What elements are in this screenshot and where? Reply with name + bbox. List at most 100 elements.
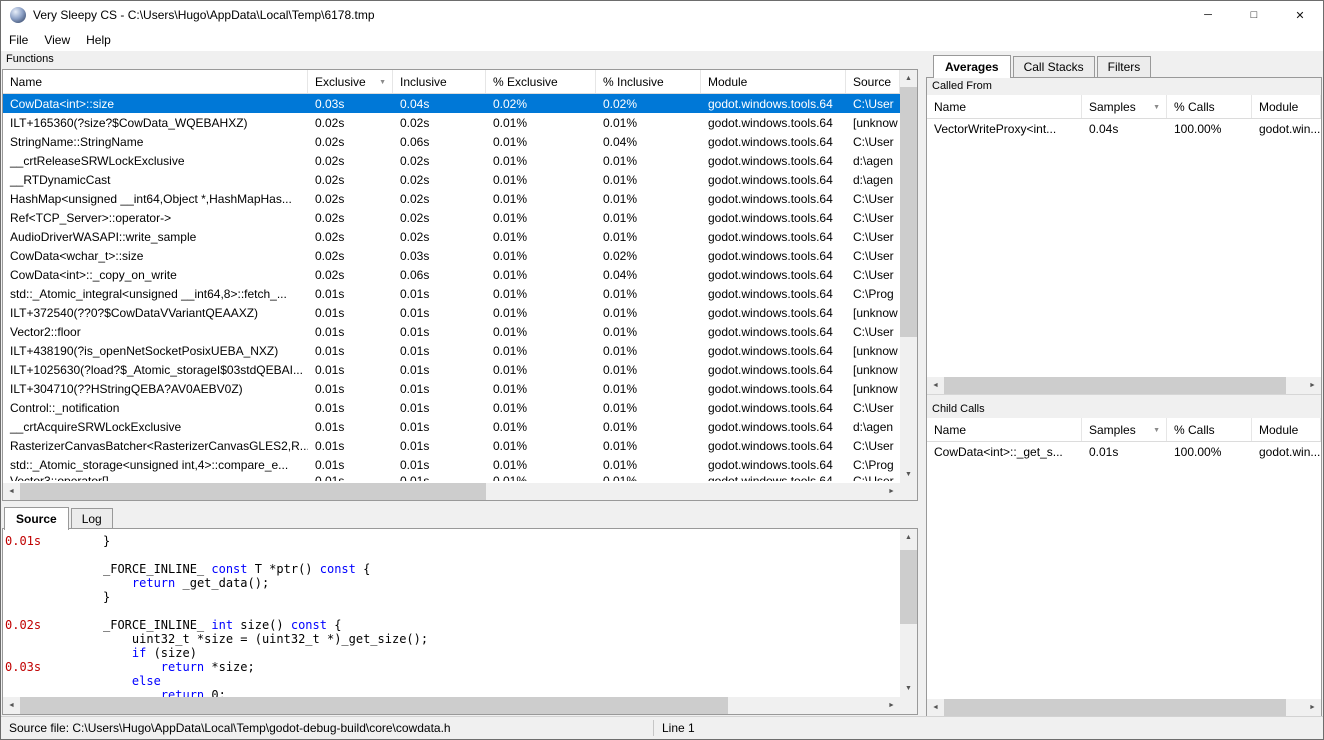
table-row[interactable]: ILT+438190(?is_openNetSocketPosixUEBA_NX…	[3, 341, 900, 360]
scrollbar-thumb[interactable]	[900, 87, 917, 337]
cell-source[interactable]: C:\User	[846, 249, 900, 263]
table-row[interactable]: AudioDriverWASAPI::write_sample0.02s0.02…	[3, 227, 900, 246]
table-row[interactable]: VectorWriteProxy<int...0.04s100.00%godot…	[927, 119, 1321, 138]
cell-pct_exclusive[interactable]: 0.01%	[486, 363, 596, 377]
scroll-right-button[interactable]: ►	[883, 697, 900, 714]
column-header-source[interactable]: Source	[846, 70, 900, 93]
child-calls-horizontal-scrollbar[interactable]: ◄ ►	[927, 699, 1321, 716]
cell-name[interactable]: Vector2::floor	[3, 325, 308, 339]
cell-pct_exclusive[interactable]: 0.01%	[486, 116, 596, 130]
table-row[interactable]: __crtAcquireSRWLockExclusive0.01s0.01s0.…	[3, 417, 900, 436]
scroll-left-button[interactable]: ◄	[3, 697, 20, 714]
cell-module[interactable]: godot.windows.tools.64	[701, 268, 846, 282]
cell-pct_exclusive[interactable]: 0.01%	[486, 420, 596, 434]
cell-exclusive[interactable]: 0.01s	[308, 420, 393, 434]
cell-exclusive[interactable]: 0.01s	[308, 458, 393, 472]
scroll-up-button[interactable]: ▲	[900, 70, 917, 87]
cell-inclusive[interactable]: 0.02s	[393, 154, 486, 168]
cell-exclusive[interactable]: 0.02s	[308, 249, 393, 263]
cell-source[interactable]: [unknow	[846, 344, 900, 358]
cell-exclusive[interactable]: 0.02s	[308, 211, 393, 225]
cell-pct_inclusive[interactable]: 0.01%	[596, 306, 701, 320]
scrollbar-track[interactable]	[944, 699, 1304, 716]
cell-name[interactable]: __RTDynamicCast	[3, 173, 308, 187]
cell-name[interactable]: std::_Atomic_storage<unsigned int,4>::co…	[3, 458, 308, 472]
cell-module[interactable]: godot.windows.tools.64	[701, 363, 846, 377]
column-header-module[interactable]: Module	[1252, 95, 1321, 118]
cell-exclusive[interactable]: 0.01s	[308, 344, 393, 358]
cell-name[interactable]: CowData<int>::_get_s...	[927, 445, 1082, 459]
table-row[interactable]: Control::_notification0.01s0.01s0.01%0.0…	[3, 398, 900, 417]
cell-pct_inclusive[interactable]: 0.01%	[596, 154, 701, 168]
cell-name[interactable]: CowData<int>::size	[3, 97, 308, 111]
cell-source[interactable]: [unknow	[846, 306, 900, 320]
functions-table-body[interactable]: CowData<int>::size0.03s0.04s0.02%0.02%go…	[3, 94, 900, 483]
cell-module[interactable]: godot.win...	[1252, 122, 1321, 136]
cell-pct_exclusive[interactable]: 0.01%	[486, 306, 596, 320]
cell-inclusive[interactable]: 0.04s	[393, 97, 486, 111]
tab-call-stacks[interactable]: Call Stacks	[1013, 56, 1095, 77]
functions-horizontal-scrollbar[interactable]: ◄ ►	[3, 483, 900, 500]
cell-pct_inclusive[interactable]: 0.01%	[596, 458, 701, 472]
cell-inclusive[interactable]: 0.06s	[393, 268, 486, 282]
cell-exclusive[interactable]: 0.01s	[308, 325, 393, 339]
cell-exclusive[interactable]: 0.01s	[308, 306, 393, 320]
minimize-button[interactable]: ─	[1185, 1, 1231, 29]
cell-name[interactable]: ILT+165360(?size?$CowData_WQEBAHXZ)	[3, 116, 308, 130]
cell-inclusive[interactable]: 0.01s	[393, 458, 486, 472]
cell-pct_inclusive[interactable]: 0.01%	[596, 325, 701, 339]
cell-exclusive[interactable]: 0.01s	[308, 382, 393, 396]
cell-samples[interactable]: 0.01s	[1082, 445, 1167, 459]
cell-name[interactable]: Vector3::operator[]	[3, 474, 308, 481]
cell-name[interactable]: ILT+372540(??0?$CowDataVVariantQEAAXZ)	[3, 306, 308, 320]
column-header-name[interactable]: Name	[927, 95, 1082, 118]
cell-source[interactable]: C:\User	[846, 439, 900, 453]
cell-inclusive[interactable]: 0.01s	[393, 420, 486, 434]
menu-file[interactable]: File	[1, 30, 36, 50]
tab-source[interactable]: Source	[4, 507, 69, 530]
cell-pct_exclusive[interactable]: 0.01%	[486, 192, 596, 206]
cell-pct_calls[interactable]: 100.00%	[1167, 122, 1252, 136]
scrollbar-thumb[interactable]	[900, 550, 917, 624]
column-header-samples[interactable]: Samples▼	[1082, 418, 1167, 441]
cell-inclusive[interactable]: 0.01s	[393, 474, 486, 481]
cell-pct_exclusive[interactable]: 0.01%	[486, 249, 596, 263]
cell-pct_inclusive[interactable]: 0.01%	[596, 363, 701, 377]
cell-module[interactable]: godot.windows.tools.64	[701, 173, 846, 187]
cell-exclusive[interactable]: 0.01s	[308, 363, 393, 377]
cell-pct_exclusive[interactable]: 0.02%	[486, 97, 596, 111]
cell-pct_inclusive[interactable]: 0.01%	[596, 344, 701, 358]
scroll-right-button[interactable]: ►	[883, 483, 900, 500]
cell-inclusive[interactable]: 0.03s	[393, 249, 486, 263]
cell-name[interactable]: ILT+438190(?is_openNetSocketPosixUEBA_NX…	[3, 344, 308, 358]
cell-name[interactable]: ILT+304710(??HStringQEBA?AV0AEBV0Z)	[3, 382, 308, 396]
cell-inclusive[interactable]: 0.01s	[393, 382, 486, 396]
cell-pct_exclusive[interactable]: 0.01%	[486, 458, 596, 472]
cell-pct_exclusive[interactable]: 0.01%	[486, 211, 596, 225]
cell-exclusive[interactable]: 0.02s	[308, 192, 393, 206]
cell-pct_inclusive[interactable]: 0.01%	[596, 211, 701, 225]
table-row[interactable]: CowData<int>::_get_s...0.01s100.00%godot…	[927, 442, 1321, 461]
table-row[interactable]: StringName::StringName0.02s0.06s0.01%0.0…	[3, 132, 900, 151]
table-row[interactable]: __crtReleaseSRWLockExclusive0.02s0.02s0.…	[3, 151, 900, 170]
scrollbar-thumb[interactable]	[20, 697, 728, 714]
cell-pct_calls[interactable]: 100.00%	[1167, 445, 1252, 459]
cell-source[interactable]: [unknow	[846, 363, 900, 377]
close-button[interactable]: ✕	[1277, 1, 1323, 29]
column-header-pct-calls[interactable]: % Calls	[1167, 95, 1252, 118]
cell-module[interactable]: godot.windows.tools.64	[701, 458, 846, 472]
cell-pct_exclusive[interactable]: 0.01%	[486, 439, 596, 453]
scrollbar-track[interactable]	[20, 483, 883, 500]
cell-source[interactable]: C:\User	[846, 401, 900, 415]
scrollbar-track[interactable]	[900, 87, 917, 466]
cell-pct_inclusive[interactable]: 0.01%	[596, 287, 701, 301]
cell-source[interactable]: C:\Prog	[846, 287, 900, 301]
cell-pct_inclusive[interactable]: 0.04%	[596, 268, 701, 282]
cell-inclusive[interactable]: 0.02s	[393, 173, 486, 187]
column-header-name[interactable]: Name	[3, 70, 308, 93]
cell-source[interactable]: d:\agen	[846, 154, 900, 168]
child-calls-table-body[interactable]: CowData<int>::_get_s...0.01s100.00%godot…	[927, 442, 1321, 699]
functions-vertical-scrollbar[interactable]: ▲ ▼	[900, 70, 917, 483]
cell-inclusive[interactable]: 0.01s	[393, 401, 486, 415]
table-row[interactable]: CowData<int>::size0.03s0.04s0.02%0.02%go…	[3, 94, 900, 113]
